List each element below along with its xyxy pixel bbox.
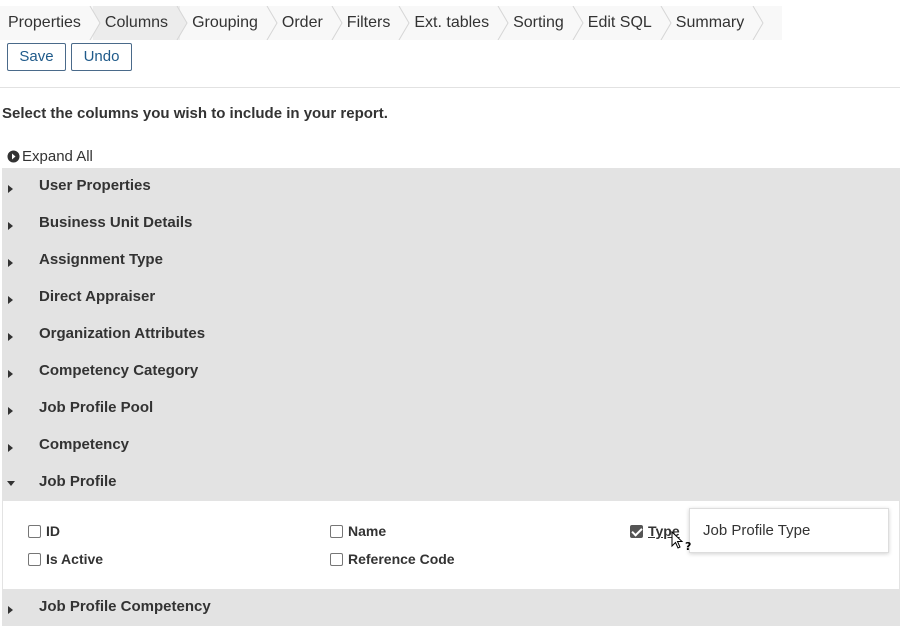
chevron-right-icon (266, 6, 278, 40)
caret-right-icon (8, 296, 13, 304)
tooltip: Job Profile Type (689, 508, 889, 553)
section-title: Job Profile Pool (39, 399, 154, 416)
section-title: User Properties (39, 177, 151, 194)
section-competency-category[interactable]: Competency Category (2, 353, 900, 390)
expand-circle-icon (7, 150, 20, 163)
section-title: Job Profile (39, 473, 117, 490)
section-title: Job Profile Competency (39, 598, 211, 615)
save-button[interactable]: Save (7, 43, 66, 71)
chevron-right-icon (398, 6, 410, 40)
option-label: Name (348, 523, 387, 539)
tab-label: Grouping (192, 14, 258, 31)
option-label: ID (46, 523, 60, 539)
checkbox-id[interactable] (28, 524, 41, 538)
section-job-profile-competency[interactable]: Job Profile Competency (2, 589, 900, 626)
section-title: Business Unit Details (39, 214, 193, 231)
section-organization-attributes[interactable]: Organization Attributes (2, 316, 900, 353)
option-is-active[interactable]: Is Active (28, 551, 103, 567)
tab-filters[interactable]: Filters (335, 6, 410, 40)
svg-text:?: ? (685, 540, 691, 553)
caret-right-icon (8, 222, 13, 230)
section-title: Competency Category (39, 362, 199, 379)
chevron-right-icon (176, 6, 188, 40)
caret-down-icon (7, 481, 15, 486)
tab-grouping[interactable]: Grouping (180, 6, 278, 40)
checkbox-reference-code[interactable] (330, 552, 343, 566)
caret-right-icon (8, 259, 13, 267)
section-competency[interactable]: Competency (2, 427, 900, 464)
help-cursor-icon: ? (671, 530, 691, 553)
tab-label: Summary (675, 14, 745, 31)
tab-columns[interactable]: Columns (92, 6, 188, 40)
undo-button[interactable]: Undo (71, 43, 132, 71)
section-title: Direct Appraiser (39, 288, 156, 305)
tab-ext-tables[interactable]: Ext. tables (402, 6, 509, 40)
expand-all-link[interactable]: Expand All (7, 148, 93, 165)
chevron-right-icon (331, 6, 343, 40)
tab-summary[interactable]: Summary (664, 6, 764, 40)
divider (0, 87, 900, 88)
chevron-right-icon (89, 6, 101, 40)
option-label: Is Active (46, 551, 104, 567)
chevron-right-icon (572, 6, 584, 40)
section-business-unit-details[interactable]: Business Unit Details (2, 205, 900, 242)
tab-label: Properties (8, 14, 81, 31)
chevron-right-icon (660, 6, 672, 40)
section-user-properties[interactable]: User Properties (2, 168, 900, 205)
instruction-text: Select the columns you wish to include i… (2, 105, 388, 122)
caret-right-icon (8, 333, 13, 341)
tab-label: Edit SQL (587, 14, 652, 31)
caret-right-icon (8, 407, 13, 415)
option-name[interactable]: Name (330, 523, 386, 539)
tab-label: Columns (104, 14, 169, 31)
section-title: Competency (39, 436, 130, 453)
option-reference-code[interactable]: Reference Code (330, 551, 455, 567)
caret-right-icon (8, 606, 13, 614)
caret-right-icon (8, 370, 13, 378)
column-sections: User Properties Business Unit Details As… (2, 168, 900, 626)
tab-label: Order (281, 14, 323, 31)
checkbox-name[interactable] (330, 524, 343, 538)
chevron-right-icon (752, 6, 764, 40)
section-job-profile[interactable]: Job Profile (2, 464, 900, 501)
section-job-profile-pool[interactable]: Job Profile Pool (2, 390, 900, 427)
tab-sorting[interactable]: Sorting (501, 6, 584, 40)
checkbox-is-active[interactable] (28, 552, 41, 566)
option-id[interactable]: ID (28, 523, 60, 539)
section-title: Organization Attributes (39, 325, 206, 342)
section-direct-appraiser[interactable]: Direct Appraiser (2, 279, 900, 316)
tab-order[interactable]: Order (270, 6, 343, 40)
caret-right-icon (8, 185, 13, 193)
section-title: Assignment Type (39, 251, 163, 268)
chevron-right-icon (497, 6, 509, 40)
tab-properties[interactable]: Properties (0, 6, 101, 40)
option-label: Reference Code (348, 551, 455, 567)
tab-label: Ext. tables (414, 14, 490, 31)
checkbox-type[interactable] (630, 524, 643, 538)
expand-all-label: Expand All (22, 148, 93, 165)
tab-edit-sql[interactable]: Edit SQL (576, 6, 672, 40)
tab-label: Filters (346, 14, 391, 31)
section-assignment-type[interactable]: Assignment Type (2, 242, 900, 279)
tab-label: Sorting (513, 14, 564, 31)
caret-right-icon (8, 444, 13, 452)
wizard-tabs: Properties Columns Grouping Order Filter… (0, 6, 782, 40)
